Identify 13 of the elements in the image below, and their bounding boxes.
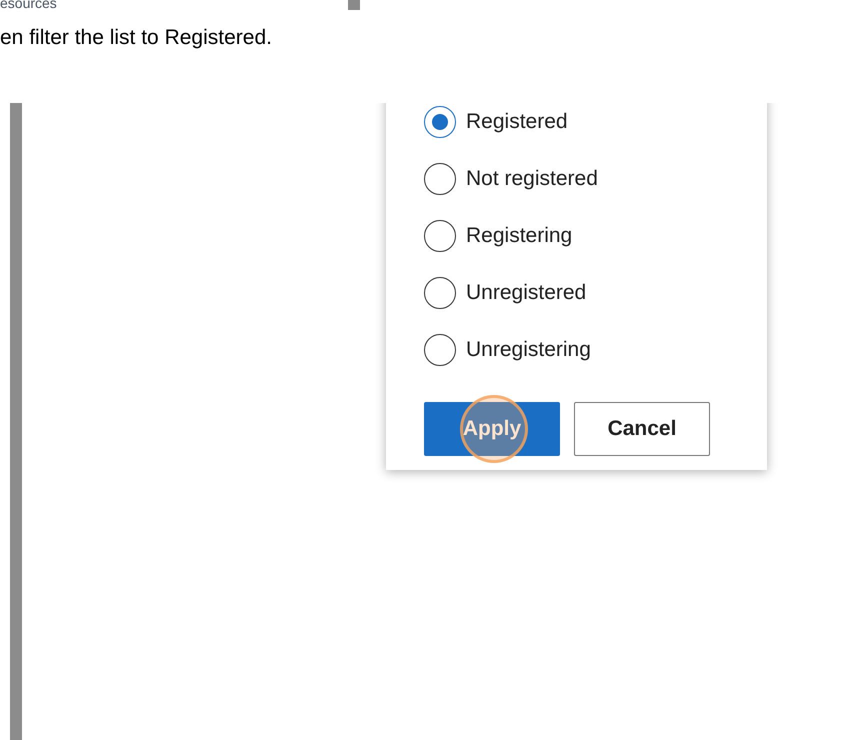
radio-button[interactable] xyxy=(424,220,456,252)
radio-button[interactable] xyxy=(424,162,456,194)
option-label: Not registered xyxy=(466,166,598,192)
option-label: Unregistered xyxy=(466,280,586,306)
radio-button[interactable] xyxy=(424,276,456,308)
option-label: Registered xyxy=(466,108,568,135)
cancel-button[interactable]: Cancel xyxy=(574,402,710,456)
option-label: Unregistering xyxy=(466,336,591,363)
option-label: Registering xyxy=(466,222,572,249)
radio-button[interactable] xyxy=(424,334,456,366)
radio-button[interactable] xyxy=(424,106,456,138)
instruction-text: en filter the list to Registered. xyxy=(0,25,272,51)
breadcrumb-text: esources xyxy=(0,0,58,10)
